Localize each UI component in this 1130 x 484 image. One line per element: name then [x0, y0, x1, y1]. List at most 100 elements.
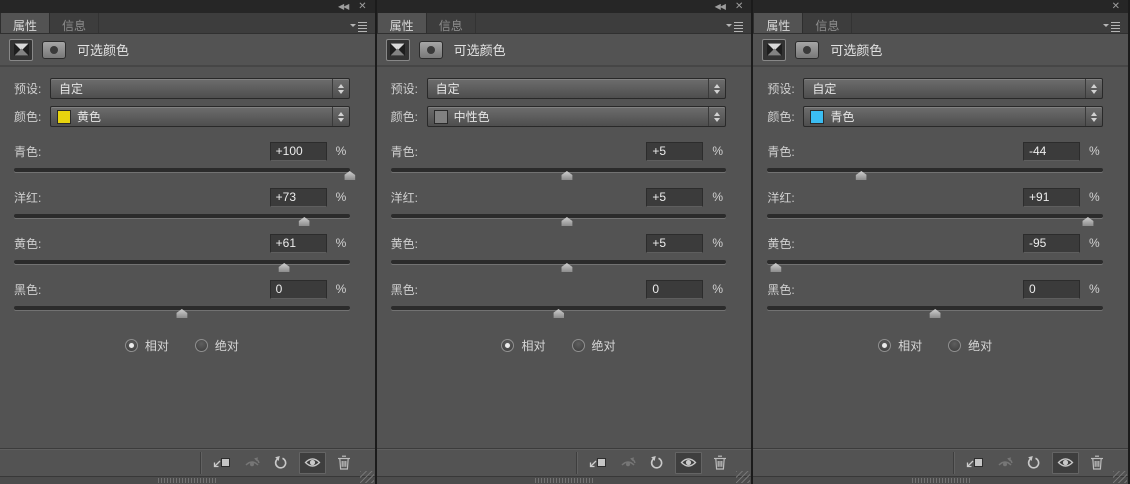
black-slider-track[interactable]	[391, 306, 727, 310]
spinner-icon[interactable]	[708, 107, 725, 126]
reset-adjustment-icon[interactable]	[1026, 456, 1041, 470]
tab-properties[interactable]: 属性	[377, 13, 427, 33]
black-slider-track[interactable]	[14, 306, 350, 310]
black-slider-track[interactable]	[767, 306, 1103, 310]
cyan-value-field[interactable]: +100	[270, 142, 327, 161]
panel-titlebar[interactable]: ◀◀ ✕	[0, 0, 375, 13]
resize-grip-icon[interactable]	[535, 478, 593, 483]
color-dropdown[interactable]: 青色	[803, 106, 1103, 127]
black-slider-thumb[interactable]	[553, 309, 564, 318]
yellow-slider-thumb[interactable]	[279, 263, 290, 272]
corner-resize-grip-icon[interactable]	[360, 471, 374, 483]
black-value-field[interactable]: 0	[270, 280, 327, 299]
magenta-value-field[interactable]: +5	[646, 188, 703, 207]
magenta-slider-track[interactable]	[391, 214, 727, 218]
tab-info[interactable]: 信息	[803, 13, 852, 33]
panel-menu-icon[interactable]	[1103, 13, 1128, 33]
spinner-icon[interactable]	[1085, 79, 1102, 98]
preset-dropdown[interactable]: 自定	[50, 78, 350, 99]
selective-color-adjustment-icon[interactable]	[762, 39, 786, 61]
view-previous-state-icon[interactable]	[995, 456, 1015, 469]
panel-titlebar[interactable]: ✕	[753, 0, 1128, 13]
spinner-icon[interactable]	[708, 79, 725, 98]
visibility-eye-button[interactable]	[1052, 452, 1079, 474]
yellow-value-field[interactable]: -95	[1023, 234, 1080, 253]
spinner-icon[interactable]	[332, 107, 349, 126]
tab-properties[interactable]: 属性	[753, 13, 803, 33]
mask-icon[interactable]	[419, 41, 443, 59]
cyan-slider-thumb[interactable]	[856, 171, 867, 180]
yellow-value-field[interactable]: +61	[270, 234, 327, 253]
cyan-slider-thumb[interactable]	[561, 171, 572, 180]
close-button[interactable]: ✕	[1112, 3, 1120, 11]
close-button[interactable]: ✕	[735, 3, 743, 11]
magenta-slider-track[interactable]	[14, 214, 350, 218]
reset-adjustment-icon[interactable]	[649, 456, 664, 470]
black-slider-thumb[interactable]	[176, 309, 187, 318]
resize-grip-icon[interactable]	[158, 478, 216, 483]
yellow-slider-thumb[interactable]	[770, 263, 781, 272]
cyan-slider-thumb[interactable]	[344, 171, 355, 180]
cyan-slider-track[interactable]	[14, 168, 350, 172]
panel-bottom-edge[interactable]	[0, 476, 375, 484]
relative-radio[interactable]: 相对	[501, 337, 545, 354]
tab-properties[interactable]: 属性	[0, 13, 50, 33]
absolute-radio[interactable]: 绝对	[572, 337, 616, 354]
mask-icon[interactable]	[42, 41, 66, 59]
relative-radio[interactable]: 相对	[878, 337, 922, 354]
clip-to-layer-icon[interactable]	[588, 456, 607, 470]
yellow-value-field[interactable]: +5	[646, 234, 703, 253]
delete-adjustment-trash-icon[interactable]	[1090, 455, 1104, 470]
tab-info[interactable]: 信息	[427, 13, 476, 33]
resize-grip-icon[interactable]	[912, 478, 970, 483]
clip-to-layer-icon[interactable]	[212, 456, 231, 470]
corner-resize-grip-icon[interactable]	[1113, 471, 1127, 483]
spinner-icon[interactable]	[1085, 107, 1102, 126]
panel-titlebar[interactable]: ◀◀ ✕	[377, 0, 752, 13]
reset-adjustment-icon[interactable]	[273, 456, 288, 470]
magenta-slider-thumb[interactable]	[1082, 217, 1093, 226]
color-dropdown[interactable]: 黄色	[50, 106, 350, 127]
yellow-slider-track[interactable]	[767, 260, 1103, 264]
visibility-eye-button[interactable]	[299, 452, 326, 474]
black-value-field[interactable]: 0	[646, 280, 703, 299]
visibility-eye-button[interactable]	[675, 452, 702, 474]
view-previous-state-icon[interactable]	[242, 456, 262, 469]
panel-menu-icon[interactable]	[350, 13, 375, 33]
view-previous-state-icon[interactable]	[618, 456, 638, 469]
mask-icon[interactable]	[795, 41, 819, 59]
tab-info[interactable]: 信息	[50, 13, 99, 33]
selective-color-adjustment-icon[interactable]	[9, 39, 33, 61]
delete-adjustment-trash-icon[interactable]	[337, 455, 351, 470]
absolute-radio[interactable]: 绝对	[948, 337, 992, 354]
collapse-to-icons-button[interactable]: ◀◀	[338, 3, 348, 11]
spinner-icon[interactable]	[332, 79, 349, 98]
corner-resize-grip-icon[interactable]	[736, 471, 750, 483]
cyan-slider-track[interactable]	[391, 168, 727, 172]
black-value-field[interactable]: 0	[1023, 280, 1080, 299]
close-button[interactable]: ✕	[358, 3, 366, 11]
preset-dropdown[interactable]: 自定	[427, 78, 727, 99]
magenta-slider-thumb[interactable]	[561, 217, 572, 226]
preset-dropdown[interactable]: 自定	[803, 78, 1103, 99]
panel-bottom-edge[interactable]	[377, 476, 752, 484]
delete-adjustment-trash-icon[interactable]	[713, 455, 727, 470]
yellow-slider-thumb[interactable]	[561, 263, 572, 272]
panel-bottom-edge[interactable]	[753, 476, 1128, 484]
collapse-to-icons-button[interactable]: ◀◀	[715, 3, 725, 11]
black-slider-thumb[interactable]	[930, 309, 941, 318]
yellow-slider-track[interactable]	[14, 260, 350, 264]
clip-to-layer-icon[interactable]	[965, 456, 984, 470]
relative-radio[interactable]: 相对	[125, 337, 169, 354]
magenta-slider-thumb[interactable]	[299, 217, 310, 226]
cyan-value-field[interactable]: +5	[646, 142, 703, 161]
magenta-value-field[interactable]: +73	[270, 188, 327, 207]
cyan-value-field[interactable]: -44	[1023, 142, 1080, 161]
magenta-slider-track[interactable]	[767, 214, 1103, 218]
panel-menu-icon[interactable]	[726, 13, 751, 33]
yellow-slider-track[interactable]	[391, 260, 727, 264]
magenta-value-field[interactable]: +91	[1023, 188, 1080, 207]
absolute-radio[interactable]: 绝对	[195, 337, 239, 354]
color-dropdown[interactable]: 中性色	[427, 106, 727, 127]
cyan-slider-track[interactable]	[767, 168, 1103, 172]
